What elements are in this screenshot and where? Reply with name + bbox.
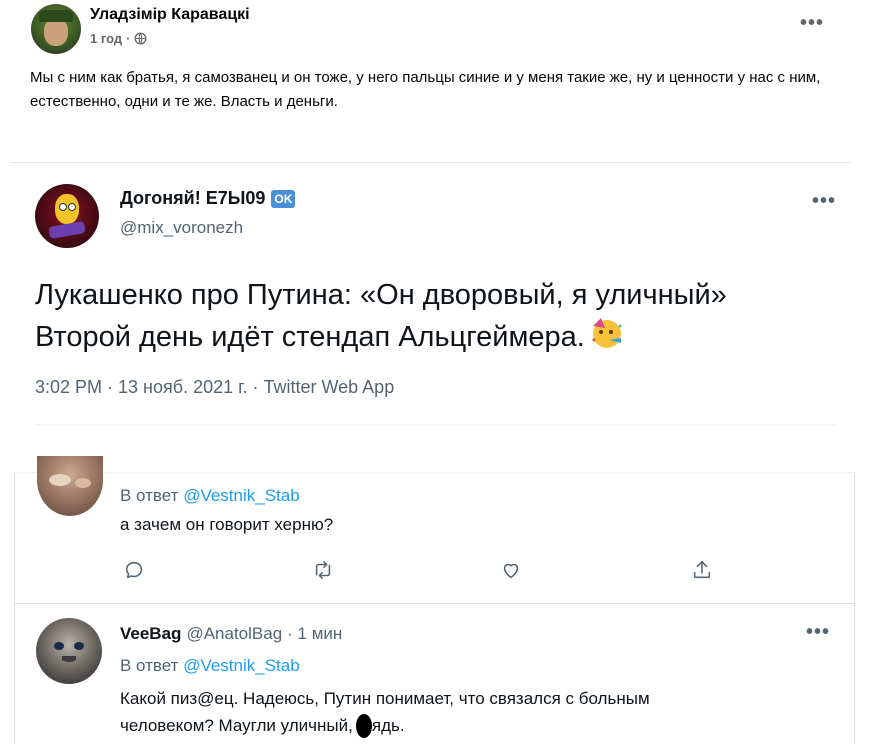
reply2-text: Какой пиз@ец. Надеюсь, Путин понимает, ч… (120, 685, 650, 739)
reply2-author-row: VeeBag @AnatolBag · 1 мин (120, 624, 342, 644)
verified-ok-badge: OK (271, 189, 296, 208)
globe-icon (134, 32, 147, 45)
reply2-more-options-button[interactable]: ••• (806, 621, 830, 644)
partying-face-emoji-icon (587, 314, 627, 360)
fb-post-text: Мы с ним как братья, я самозванец и он т… (30, 69, 821, 110)
fb-post-time[interactable]: 1 год (90, 31, 122, 46)
tweet-author-avatar[interactable] (35, 184, 99, 248)
reply2-reply-prefix: В ответ (120, 656, 179, 675)
tweet-text: Лукашенко про Путина: «Он дворовый, я ул… (35, 277, 727, 360)
reply2-author-avatar[interactable] (36, 618, 102, 684)
tweet-meta: 3:02 PM · 13 нояб. 2021 г. · Twitter Web… (35, 377, 395, 397)
fb-meta-separator: · (126, 31, 131, 46)
tweet-more-options-button[interactable]: ••• (812, 190, 836, 213)
fb-more-options-button[interactable]: ••• (800, 12, 824, 35)
reply1-reply-prefix: В ответ (120, 486, 179, 505)
reply-icon[interactable] (120, 556, 148, 584)
reply1-text: а зачем он говорит херню? (120, 515, 334, 534)
divider (35, 424, 835, 425)
reply1-reply-to-link[interactable]: @Vestnik_Stab (183, 486, 300, 505)
tweet-text-line-2: Второй день идёт стендап Альцгеймера. (35, 314, 727, 360)
fb-author-avatar[interactable] (31, 4, 81, 54)
reply2-time[interactable]: · 1 мин (287, 624, 342, 644)
tweet-author-name[interactable]: Догоняй! Е7Ы09 (120, 188, 265, 209)
divider (10, 162, 853, 163)
fb-post-meta: 1 год · (90, 31, 147, 46)
reply2-reply-context: В ответ @Vestnik_Stab (120, 656, 300, 676)
reply2-author-handle[interactable]: @AnatolBag (186, 624, 282, 644)
reply2-text-line-1: Какой пиз@ец. Надеюсь, Путин понимает, ч… (120, 689, 650, 708)
censor-blob (355, 713, 372, 738)
like-icon[interactable] (497, 556, 525, 584)
reply1-reply-context: В ответ @Vestnik_Stab (120, 486, 300, 506)
share-icon[interactable] (688, 556, 716, 584)
tweet-author-handle[interactable]: @mix_voronezh (120, 218, 243, 238)
retweet-icon[interactable] (309, 556, 337, 584)
tweet-text-line-2-content: Второй день идёт стендап Альцгеймера. (35, 320, 585, 353)
fb-author-name[interactable]: Уладзімір Каравацкі (90, 6, 250, 24)
tweet-author-row: Догоняй! Е7Ы09 OK (120, 188, 296, 209)
reply2-reply-to-link[interactable]: @Vestnik_Stab (183, 656, 300, 675)
tweet-text-line-1: Лукашенко про Путина: «Он дворовый, я ул… (35, 279, 727, 311)
reply2-author-name[interactable]: VeeBag (120, 624, 181, 644)
